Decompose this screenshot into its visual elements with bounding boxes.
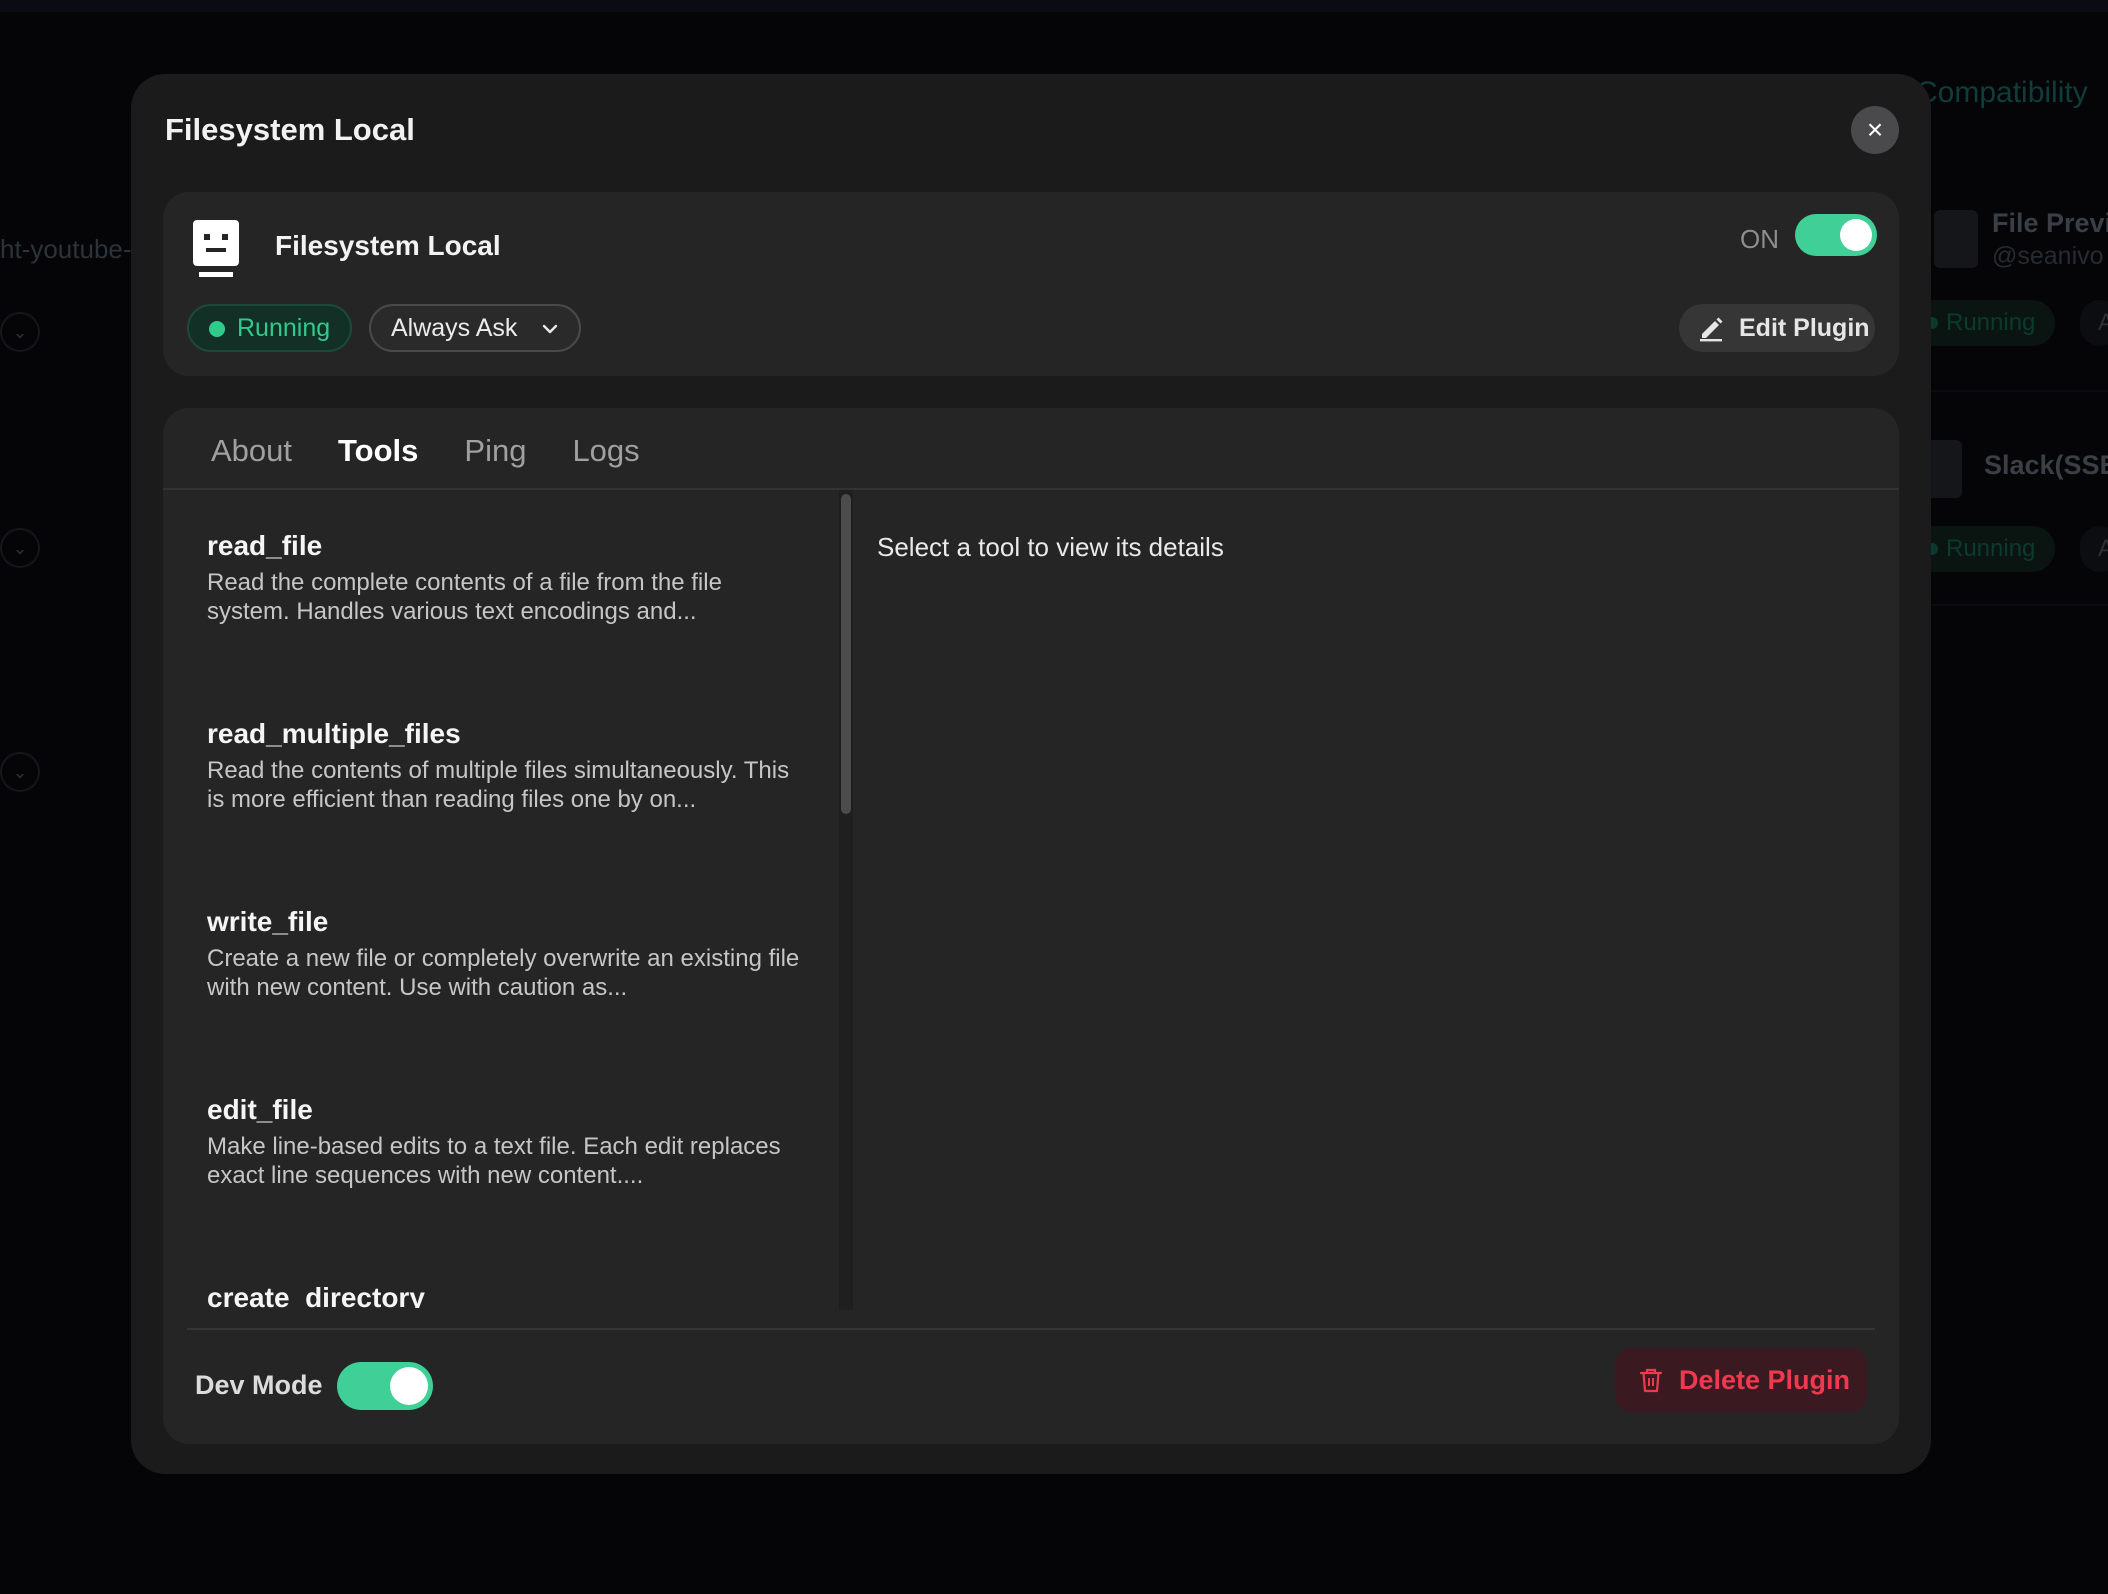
tool-name: create_directory <box>207 1282 425 1308</box>
background-chevron-icon: ⌄ <box>0 752 40 792</box>
modal-title: Filesystem Local <box>165 112 415 147</box>
background-plugin-icon <box>1934 210 1978 268</box>
plugin-tabs-panel: About Tools Ping Logs read_file Read the… <box>163 408 1899 1444</box>
plugin-enabled-toggle[interactable] <box>1795 214 1877 256</box>
tool-list-item[interactable]: read_file Read the complete contents of … <box>207 528 807 626</box>
status-label: Running <box>237 314 331 342</box>
delete-plugin-button[interactable]: Delete Plugin <box>1615 1348 1867 1412</box>
background-top-bar <box>0 0 2108 12</box>
tab-logs[interactable]: Logs <box>572 426 639 476</box>
background-card-title: Slack(SSE <box>1984 450 2108 480</box>
chevron-down-icon <box>542 324 558 334</box>
tool-detail-empty-message: Select a tool to view its details <box>877 532 1224 562</box>
tool-list-item[interactable]: write_file Create a new file or complete… <box>207 904 807 1002</box>
edit-plugin-label: Edit Plugin <box>1739 314 1870 342</box>
tool-list-item[interactable]: create_directory <box>207 1280 807 1308</box>
close-icon: × <box>1866 114 1884 145</box>
background-select-pill: A <box>2080 300 2108 346</box>
enabled-state-label: ON <box>1740 224 1779 254</box>
tool-description: Create a new file or completely overwrit… <box>207 945 800 1001</box>
plugin-header-card: Filesystem Local ON Running Always Ask E… <box>163 192 1899 376</box>
edit-plugin-button[interactable]: Edit Plugin <box>1679 304 1875 352</box>
status-dot-icon <box>209 321 225 337</box>
tool-description: Read the contents of multiple files simu… <box>207 757 790 813</box>
tab-tools[interactable]: Tools <box>338 426 418 476</box>
background-status-pill: Running <box>1912 526 2056 572</box>
tab-ping[interactable]: Ping <box>464 426 526 476</box>
toggle-knob <box>390 1367 428 1405</box>
background-chevron-icon: ⌄ <box>0 312 40 352</box>
status-badge: Running <box>187 304 353 352</box>
tool-list-item[interactable]: read_multiple_files Read the contents of… <box>207 716 807 814</box>
tab-about[interactable]: About <box>211 426 292 476</box>
background-chevron-icon: ⌄ <box>0 528 40 568</box>
background-divider <box>1930 604 2108 606</box>
close-button[interactable]: × <box>1851 106 1899 154</box>
tool-name: read_file <box>207 530 323 561</box>
tool-list-item[interactable]: edit_file Make line-based edits to a tex… <box>207 1092 807 1190</box>
background-card-subtitle: @seanivo <box>1992 242 2104 270</box>
background-select-pill: A <box>2080 526 2108 572</box>
tool-name: write_file <box>207 906 329 937</box>
tool-list: read_file Read the complete contents of … <box>163 490 839 1308</box>
trash-icon <box>1639 1368 1663 1393</box>
pencil-icon <box>1700 317 1723 342</box>
background-card-title: File Previ <box>1992 208 2108 238</box>
dev-mode-label: Dev Mode <box>195 1370 323 1400</box>
tool-description: Read the complete contents of a file fro… <box>207 569 722 625</box>
tool-description: Make line-based edits to a text file. Ea… <box>207 1133 781 1189</box>
robot-icon <box>193 220 239 277</box>
dev-mode-toggle[interactable] <box>337 1362 433 1410</box>
tool-name: edit_file <box>207 1094 313 1125</box>
tab-bar: About Tools Ping Logs <box>211 426 686 476</box>
tool-name: read_multiple_files <box>207 718 461 749</box>
background-plugin-title-cut: ht-youtube- <box>0 234 132 264</box>
footer-divider <box>187 1328 1875 1330</box>
tool-list-scrollbar[interactable] <box>839 490 853 1310</box>
background-status-pill: Running <box>1912 300 2056 346</box>
background-divider <box>1930 390 2108 392</box>
plugin-name: Filesystem Local <box>275 230 501 261</box>
background-compatibility-tab: Compatibility <box>1916 76 2088 109</box>
permission-select-value: Always Ask <box>391 314 518 342</box>
delete-plugin-label: Delete Plugin <box>1679 1365 1851 1395</box>
permission-select[interactable]: Always Ask <box>369 304 581 352</box>
plugin-details-modal: Filesystem Local × Filesystem Local ON R… <box>131 74 1931 1474</box>
scrollbar-thumb[interactable] <box>841 494 851 814</box>
toggle-knob <box>1840 219 1872 251</box>
